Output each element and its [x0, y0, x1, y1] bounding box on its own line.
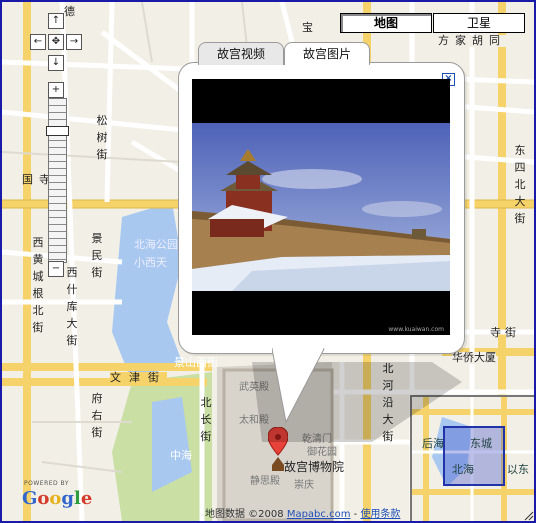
street-label: 景民街: [91, 232, 103, 279]
marker-label: 故宫博物院: [284, 460, 345, 474]
pan-up-button[interactable]: ↑: [48, 13, 64, 29]
terms-link[interactable]: 使用条款: [360, 509, 400, 520]
pan-center-button[interactable]: ✥: [48, 34, 64, 50]
street-label: 宝: [302, 21, 313, 34]
map-type-button-satellite[interactable]: 卫星: [433, 13, 525, 33]
street-label: 松树街: [96, 114, 108, 161]
street-label: 寺街: [490, 326, 520, 339]
park-label: 北海公园: [134, 238, 178, 251]
beihai-lake: [112, 202, 182, 382]
overview-label: 北海: [452, 463, 474, 476]
street-label: 西黄城根北街: [32, 236, 44, 334]
street-label: 方家胡同: [438, 34, 506, 47]
tab-photos[interactable]: 故宫图片: [284, 42, 370, 65]
park-label: 小西天: [134, 256, 167, 269]
pan-down-button[interactable]: ↓: [48, 55, 64, 71]
zoom-out-button[interactable]: −: [48, 261, 64, 277]
street-label: 东四北大街: [514, 144, 526, 225]
street-label: 景山西街: [174, 356, 218, 369]
info-window-pointer: [272, 348, 325, 424]
map-type-button-map[interactable]: 地图: [340, 13, 432, 33]
powered-by-label: POWERED BY: [24, 480, 70, 487]
pan-right-button[interactable]: →: [66, 34, 82, 50]
tab-video[interactable]: 故宫视频: [198, 42, 284, 65]
street-label: 府右街: [91, 392, 103, 439]
overview-label: 东城: [470, 437, 492, 450]
zoom-slider-thumb[interactable]: [46, 125, 69, 136]
zoom-slider-track[interactable]: [48, 98, 67, 263]
map-frame: 德 宝 方家胡同 松树街 国寺街 西黄城根北街 景民街 西什库大街 文津街 府右…: [0, 0, 536, 523]
street-label: 德: [64, 5, 75, 18]
overview-resize-icon[interactable]: [524, 511, 534, 521]
lake-label: 中海: [170, 449, 192, 462]
google-logo[interactable]: Google: [22, 488, 92, 509]
pan-left-button[interactable]: ←: [30, 34, 46, 50]
palace-photo: www.kuaiwan.com: [192, 79, 450, 335]
street-label: 西什库大街: [66, 266, 78, 347]
zoom-in-button[interactable]: +: [48, 82, 64, 98]
photo-caption: www.kuaiwan.com: [388, 326, 444, 333]
palace-building-label: 静思殿: [250, 476, 280, 487]
map-copyright: 地图数据 ©2008 Mapabc.com - 使用条款: [205, 509, 401, 520]
mapabc-link[interactable]: Mapabc.com: [287, 509, 351, 520]
palace-building-label: 崇庆: [294, 480, 314, 491]
overview-label: 以东: [507, 463, 529, 476]
street-label: 文津街: [110, 371, 167, 384]
street-label: 北长街: [200, 396, 212, 443]
